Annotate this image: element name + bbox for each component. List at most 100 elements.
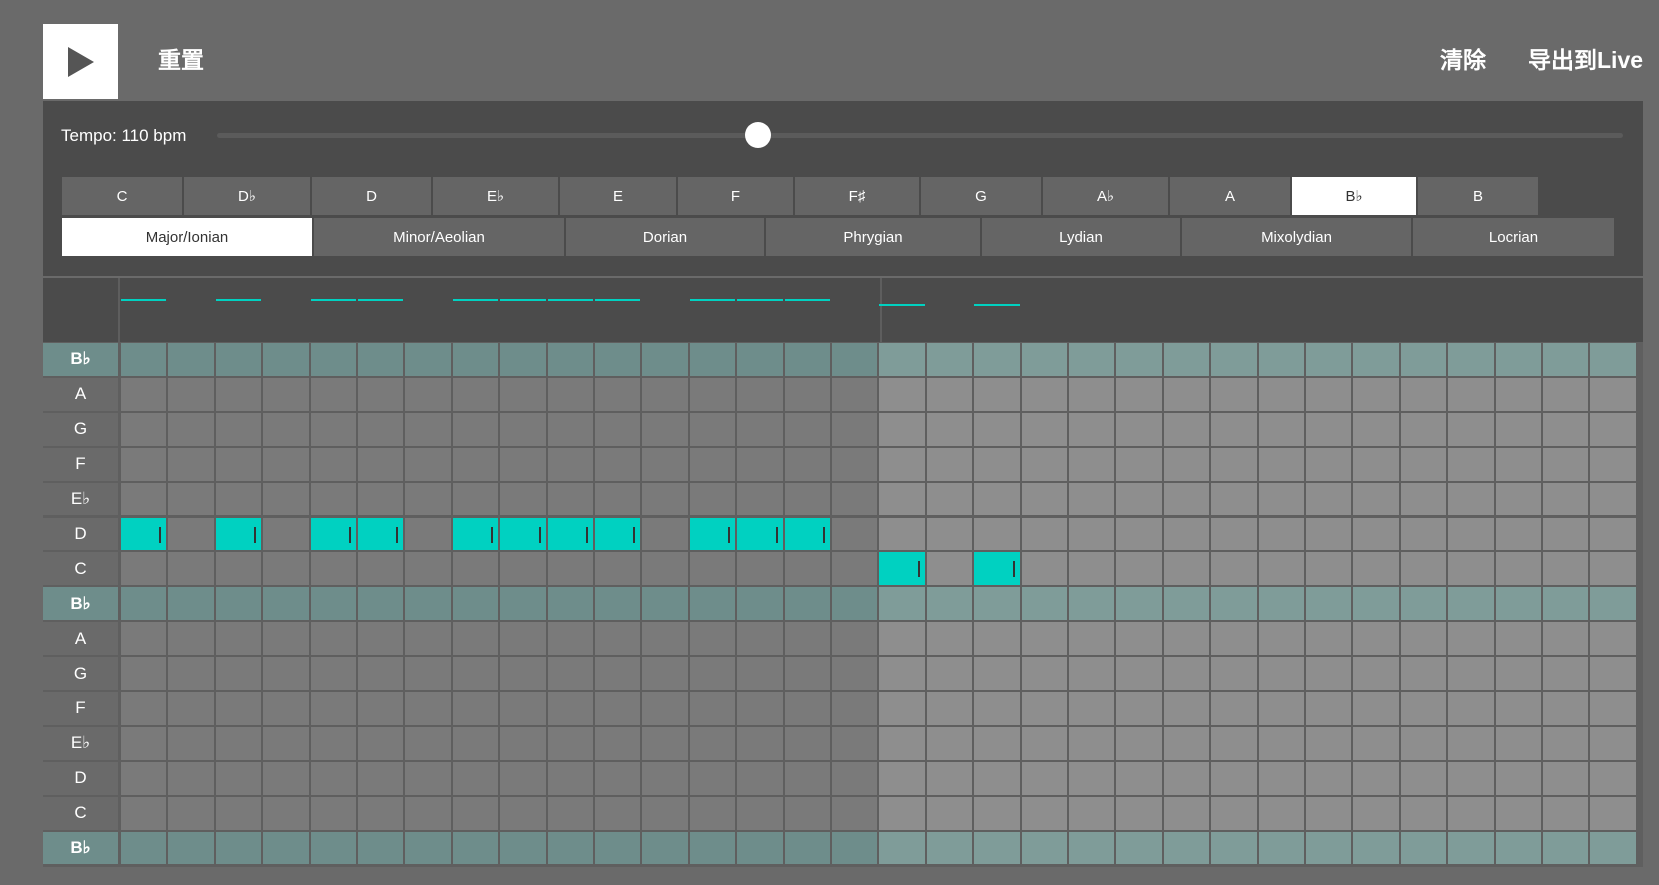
grid-cell[interactable] <box>1495 622 1541 656</box>
grid-cell[interactable] <box>1495 447 1541 481</box>
grid-cell[interactable] <box>1163 761 1210 795</box>
grid-cell[interactable] <box>121 622 167 656</box>
grid-cell[interactable] <box>452 343 499 376</box>
grid-cell[interactable] <box>595 377 641 411</box>
grid-cell[interactable] <box>168 447 214 481</box>
grid-cell[interactable] <box>168 587 214 621</box>
grid-cell[interactable] <box>1211 796 1257 830</box>
grid-cell[interactable] <box>1590 796 1636 830</box>
grid-cell[interactable] <box>310 587 356 621</box>
grid-cell[interactable] <box>547 552 593 586</box>
grid-cell[interactable] <box>168 482 214 516</box>
grid-cell[interactable] <box>784 552 830 586</box>
grid-cell[interactable] <box>1069 377 1115 411</box>
grid-cell[interactable] <box>452 692 499 725</box>
grid-cell[interactable] <box>879 377 925 411</box>
key-option[interactable]: F <box>678 177 793 215</box>
grid-cell[interactable] <box>926 343 973 376</box>
grid-cell[interactable] <box>1021 517 1067 551</box>
grid-cell[interactable] <box>974 622 1020 656</box>
grid-cell[interactable] <box>1163 343 1210 376</box>
grid-cell[interactable] <box>121 343 167 376</box>
grid-cell[interactable] <box>1258 447 1304 481</box>
grid-cell[interactable] <box>1116 517 1162 551</box>
grid-cell[interactable] <box>452 761 499 795</box>
grid-cell[interactable] <box>1543 343 1589 376</box>
grid-cell[interactable] <box>1021 377 1067 411</box>
mode-option[interactable]: Phrygian <box>766 218 980 256</box>
grid-cell[interactable] <box>1163 587 1210 621</box>
grid-cell[interactable] <box>547 796 593 830</box>
grid-cell[interactable] <box>832 517 878 551</box>
grid-cell[interactable] <box>1163 552 1210 586</box>
grid-cell[interactable] <box>832 761 878 795</box>
grid-cell[interactable] <box>832 482 878 516</box>
grid-cell[interactable] <box>689 377 736 411</box>
grid-cell[interactable] <box>642 726 688 760</box>
grid-cell[interactable] <box>1069 831 1115 865</box>
grid-cell[interactable] <box>215 447 262 481</box>
grid-cell[interactable] <box>452 726 499 760</box>
grid-cell[interactable] <box>595 552 641 586</box>
grid-cell[interactable] <box>263 622 309 656</box>
key-option[interactable]: G <box>921 177 1041 215</box>
grid-cell[interactable] <box>263 692 309 725</box>
note-block[interactable] <box>689 517 736 551</box>
grid-cell[interactable] <box>926 412 973 446</box>
grid-cell[interactable] <box>832 796 878 830</box>
grid-cell[interactable] <box>974 482 1020 516</box>
grid-cell[interactable] <box>452 831 499 865</box>
grid-cell[interactable] <box>879 587 925 621</box>
note-resize-handle[interactable] <box>538 526 541 543</box>
grid-cell[interactable] <box>1448 412 1494 446</box>
grid-cell[interactable] <box>121 377 167 411</box>
grid-cell[interactable] <box>974 692 1020 725</box>
grid-cell[interactable] <box>879 796 925 830</box>
grid-cell[interactable] <box>1163 622 1210 656</box>
grid-cell[interactable] <box>1258 726 1304 760</box>
grid-cell[interactable] <box>215 377 262 411</box>
grid-cell[interactable] <box>215 831 262 865</box>
grid-cell[interactable] <box>358 761 404 795</box>
grid-cell[interactable] <box>121 831 167 865</box>
tempo-slider[interactable] <box>217 122 1623 148</box>
grid-cell[interactable] <box>547 726 593 760</box>
grid-cell[interactable] <box>1400 761 1447 795</box>
grid-cell[interactable] <box>1448 796 1494 830</box>
grid-cell[interactable] <box>737 482 783 516</box>
grid-cell[interactable] <box>784 587 830 621</box>
grid-cell[interactable] <box>974 343 1020 376</box>
grid-cell[interactable] <box>737 377 783 411</box>
grid-cell[interactable] <box>405 657 451 690</box>
grid-cell[interactable] <box>310 552 356 586</box>
grid-cell[interactable] <box>547 761 593 795</box>
grid-cell[interactable] <box>1116 796 1162 830</box>
grid-cell[interactable] <box>1211 831 1257 865</box>
grid-cell[interactable] <box>1211 726 1257 760</box>
grid-cell[interactable] <box>1021 343 1067 376</box>
grid-cell[interactable] <box>263 482 309 516</box>
grid-cell[interactable] <box>1400 796 1447 830</box>
note-block[interactable] <box>737 517 783 551</box>
grid-cell[interactable] <box>547 343 593 376</box>
grid-cell[interactable] <box>974 831 1020 865</box>
key-option[interactable]: B <box>1418 177 1538 215</box>
grid-cell[interactable] <box>974 761 1020 795</box>
reset-button[interactable]: 重置 <box>158 44 204 76</box>
grid-cell[interactable] <box>1258 831 1304 865</box>
grid-cell[interactable] <box>1163 657 1210 690</box>
grid-cell[interactable] <box>595 796 641 830</box>
grid-cell[interactable] <box>1116 657 1162 690</box>
grid-cell[interactable] <box>1495 761 1541 795</box>
grid-cell[interactable] <box>1069 343 1115 376</box>
grid-cell[interactable] <box>784 412 830 446</box>
mode-option[interactable]: Locrian <box>1413 218 1614 256</box>
grid-cell[interactable] <box>1306 552 1352 586</box>
grid-cell[interactable] <box>595 447 641 481</box>
grid-cell[interactable] <box>689 447 736 481</box>
grid-cell[interactable] <box>310 657 356 690</box>
grid-cell[interactable] <box>215 726 262 760</box>
grid-cell[interactable] <box>358 377 404 411</box>
grid-cell[interactable] <box>1211 657 1257 690</box>
grid-cell[interactable] <box>1116 412 1162 446</box>
